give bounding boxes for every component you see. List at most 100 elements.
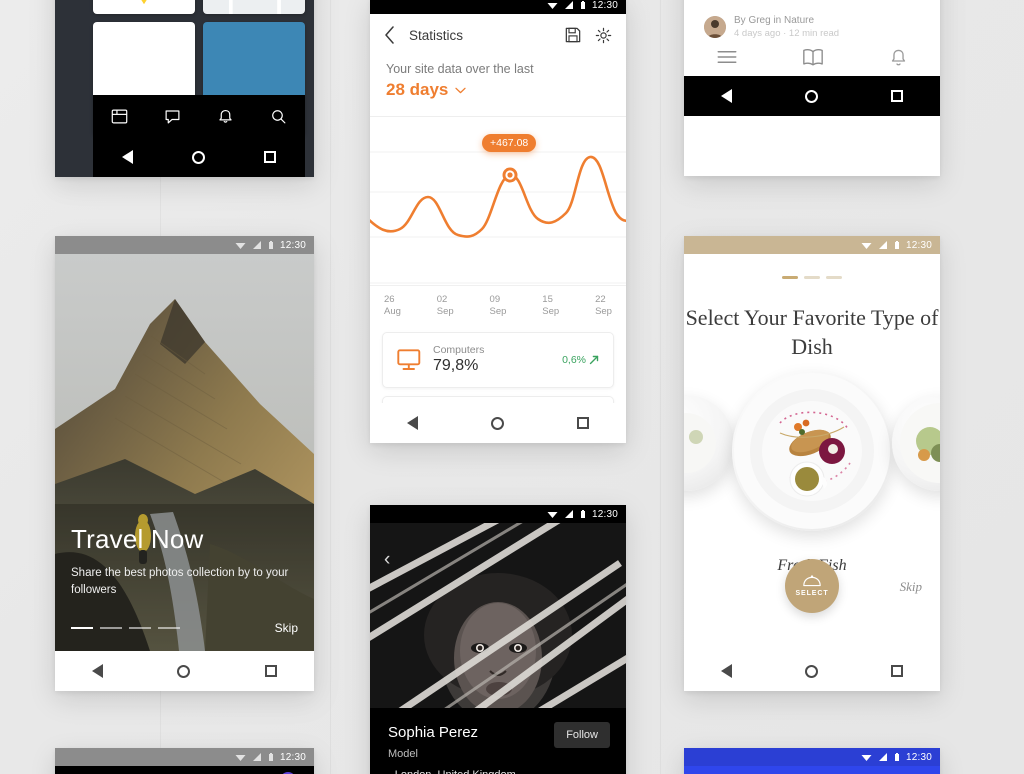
profile-info: Sophia Perez Model - London, United King… [370,708,626,774]
avatar [704,16,726,38]
tile-map[interactable] [203,0,305,14]
android-home-icon[interactable] [177,664,191,678]
select-button[interactable]: SELECT [785,559,839,613]
statistics-header: Statistics [370,14,626,56]
metric-delta-value: 0,6% [562,353,586,366]
android-home-icon[interactable] [191,150,205,164]
metric-delta: 0,6% [562,354,599,366]
follow-button[interactable]: Follow [554,722,610,748]
gear-icon[interactable] [595,27,612,44]
status-time: 12:30 [905,751,932,763]
dashboard-tabbar[interactable] [93,95,305,137]
android-home-icon[interactable] [804,89,818,103]
android-recents-icon[interactable] [577,417,590,429]
article-card[interactable]: Adventures on Isle of Skye, UK Building … [692,0,920,38]
android-recents-icon[interactable] [263,151,276,163]
status-bar: 12:30 [370,505,626,523]
chart-x-axis: 26 Aug 02 Sep 09 Sep 15 Sep 22 Sep [370,286,626,318]
sketch-logo-icon [141,0,147,4]
battery-icon [580,0,585,9]
android-navbar[interactable] [370,403,626,443]
article-author: By Greg in Nature [734,15,815,27]
menu-icon[interactable] [717,50,737,64]
plate-center[interactable] [732,371,892,532]
android-back-icon[interactable] [720,89,732,103]
bell-icon[interactable] [890,48,907,67]
article-excerpt: Building the new great mobile app for cl… [704,0,908,3]
pager-dot[interactable] [71,627,93,629]
android-back-icon[interactable] [406,416,418,430]
android-home-icon[interactable] [804,664,818,678]
browser-icon[interactable] [111,108,128,125]
travel-title: Travel Now [71,523,204,554]
fresh-fish-plate [734,373,890,530]
pager-dot[interactable] [100,627,122,629]
articles-tabbar[interactable] [684,38,940,76]
android-recents-icon[interactable] [264,665,277,677]
select-button-label: SELECT [795,590,829,597]
cloche-icon [803,575,821,587]
chat-icon[interactable] [164,108,181,125]
pager-dot[interactable] [826,276,842,279]
profile-screen: 12:30 ‹ Sophia Perez Model Follow [370,505,626,774]
android-recents-icon[interactable] [891,665,904,677]
range-value: 28 days [386,80,449,99]
skip-button[interactable]: Skip [275,621,298,635]
background-guide-line [660,0,661,774]
book-icon[interactable] [802,48,824,67]
status-time: 12:30 [279,751,306,763]
article-card-list[interactable]: Adventures on Isle of Skye, UK Building … [684,0,940,38]
plate-right[interactable] [892,395,940,492]
pager-dot[interactable] [804,276,820,279]
chevron-down-icon[interactable] [455,87,467,94]
dish-carousel[interactable] [684,371,940,537]
android-navbar[interactable] [93,137,305,177]
metric-card-computers[interactable]: Computers 79,8% 0,6% [382,331,614,388]
status-bar: 12:30 [684,748,940,766]
android-navbar[interactable] [684,651,940,691]
pager-dot[interactable] [782,276,798,279]
map-icon [203,0,305,14]
page-title: Statistics [409,27,464,43]
floppy-save-icon[interactable] [565,27,581,43]
status-bar: 12:30 [55,236,314,254]
android-home-icon[interactable] [490,416,504,430]
android-navbar[interactable] [55,651,314,691]
signal-icon [878,752,887,761]
android-back-icon[interactable] [92,664,104,678]
bell-icon[interactable] [217,108,234,125]
status-time: 12:30 [591,508,618,520]
tile-sketch[interactable]: 75% Sketch [93,0,195,14]
screenshot-canvas: 75% Sketch [0,0,1024,774]
signal-icon [564,509,573,518]
status-time: 12:30 [279,239,306,251]
monitor-icon [397,349,421,370]
metric-value: 79,8% [433,357,479,375]
plate-left[interactable] [684,395,734,492]
status-time: 12:30 [905,239,932,251]
pager-dots[interactable] [71,627,180,629]
background-guide-line [330,0,331,774]
travel-hero-image: Travel Now Share the best photos collect… [55,254,314,651]
android-back-icon[interactable] [122,150,134,164]
android-back-icon[interactable] [720,664,732,678]
pager-dot[interactable] [129,627,151,629]
range-selector[interactable]: 28 days [370,80,626,100]
travel-copy: Travel Now Share the best photos collect… [71,524,314,600]
android-navbar[interactable] [684,76,940,116]
signal-icon [252,752,261,761]
chevron-left-icon[interactable] [384,26,395,44]
skip-button[interactable]: Skip [900,579,922,595]
battery-icon [268,240,273,249]
signal-icon [252,240,261,249]
wifi-icon [547,2,558,9]
battery-icon [268,752,273,761]
pager-dot[interactable] [158,627,180,629]
android-recents-icon[interactable] [891,90,904,102]
signal-icon [878,240,887,249]
profile-location: - London, United Kingdom [388,769,608,774]
pager-dots[interactable] [684,276,940,279]
dashboard-screen: 75% Sketch [55,0,314,177]
chevron-left-icon[interactable]: ‹ [384,549,390,571]
search-icon[interactable] [270,108,287,125]
